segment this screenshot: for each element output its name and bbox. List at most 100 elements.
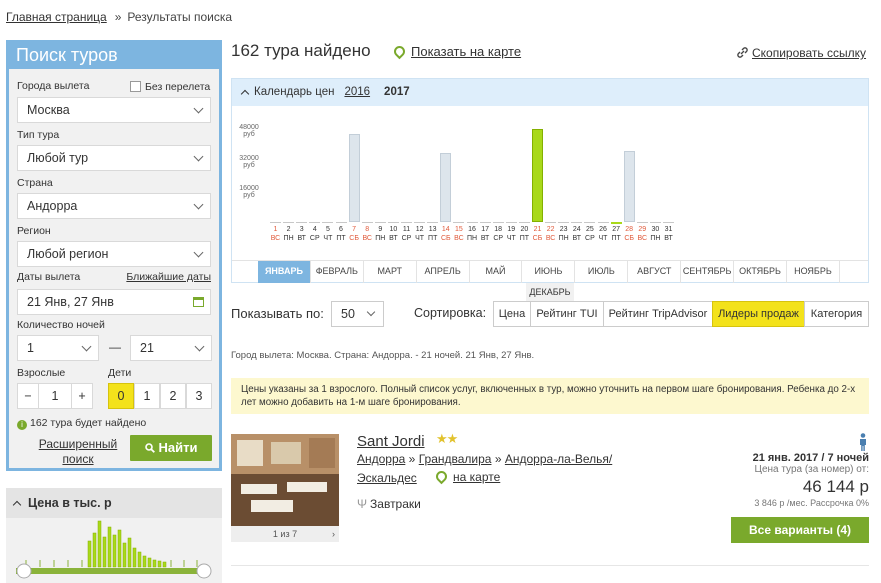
price-bar-day-7[interactable] <box>348 133 360 222</box>
price-bar-day-28[interactable] <box>623 151 635 222</box>
day-label-22[interactable]: 22 ВС <box>544 225 558 243</box>
country-select[interactable]: Андорра <box>17 193 211 219</box>
day-label-4[interactable]: 4 СР <box>308 225 322 243</box>
month-tab-december[interactable]: ДЕКАБРЬ <box>526 283 574 301</box>
year-2016-tab[interactable]: 2016 <box>344 86 370 98</box>
month-tab[interactable]: МАЙ <box>470 261 523 283</box>
empty-day-marker <box>479 222 491 223</box>
day-label-21[interactable]: 21 СБ <box>531 225 545 243</box>
month-tab[interactable]: ИЮНЬ <box>523 261 576 283</box>
children-option-2[interactable]: 2 <box>160 383 186 409</box>
nearest-dates-link[interactable]: Ближайшие даты <box>126 271 211 283</box>
departure-select[interactable]: Москва <box>17 97 211 123</box>
day-label-3[interactable]: 3 ВТ <box>295 225 309 243</box>
day-label-9[interactable]: 9 ПН <box>373 225 387 243</box>
location-country-link[interactable]: Андорра <box>357 452 405 466</box>
all-variants-button[interactable]: Все варианты (4) <box>731 517 869 543</box>
adults-increment-button[interactable]: + <box>71 383 93 409</box>
chevron-down-icon <box>193 151 204 162</box>
collapse-caret-icon[interactable] <box>240 89 250 99</box>
day-label-18[interactable]: 18 СР <box>491 225 505 243</box>
children-option-3[interactable]: 3 <box>186 383 212 409</box>
tour-type-select[interactable]: Любой тур <box>17 145 211 171</box>
day-label-13[interactable]: 13 ПТ <box>426 225 440 243</box>
region-select[interactable]: Любой регион <box>17 241 211 267</box>
copy-link[interactable]: Скопировать ссылку <box>737 46 866 60</box>
sort-price-button[interactable]: Цена <box>493 301 531 327</box>
day-label-19[interactable]: 19 ЧТ <box>504 225 518 243</box>
children-option-0[interactable]: 0 <box>108 383 134 409</box>
price-bar-day-21[interactable] <box>532 129 543 222</box>
day-label-30[interactable]: 30 ПН <box>648 225 662 243</box>
day-label-28[interactable]: 28 СБ <box>622 225 636 243</box>
day-label-8[interactable]: 8 ВС <box>360 225 374 243</box>
day-label-6[interactable]: 6 ПТ <box>334 225 348 243</box>
day-label-16[interactable]: 16 ПН <box>465 225 479 243</box>
day-label-2[interactable]: 2 ПН <box>282 225 296 243</box>
day-label-23[interactable]: 23 ПН <box>557 225 571 243</box>
show-on-map-link[interactable]: Показать на карте <box>391 43 521 60</box>
month-tab[interactable]: ОКТЯБРЬ <box>734 261 787 283</box>
sort-tripadvisor-button[interactable]: Рейтинг TripAdvisor <box>603 301 713 327</box>
location-city-link[interactable]: Андорра-ла-Велья/ <box>505 452 612 466</box>
show-by-select[interactable]: 50 <box>331 301 384 327</box>
month-tab[interactable]: ИЮЛЬ <box>575 261 629 283</box>
day-label-29[interactable]: 29 ВС <box>635 225 649 243</box>
hotel-photo[interactable]: 1 из 7 › <box>231 434 339 542</box>
nights-from-select[interactable]: 1 <box>17 335 99 361</box>
day-label-12[interactable]: 12 ЧТ <box>413 225 427 243</box>
sort-bestsellers-button[interactable]: Лидеры продаж <box>712 301 805 327</box>
fork-icon: Ψ <box>357 497 368 511</box>
no-flight-checkbox[interactable]: Без перелета <box>130 81 210 93</box>
sort-tui-rating-button[interactable]: Рейтинг TUI <box>530 301 604 327</box>
month-tab[interactable]: НОЯБРЬ <box>787 261 840 283</box>
hotel-map-link[interactable]: на карте <box>433 468 500 485</box>
day-label-7[interactable]: 7 СБ <box>347 225 361 243</box>
month-tab[interactable]: СЕНТЯБРЬ <box>681 261 735 283</box>
empty-day-marker <box>309 222 321 223</box>
dates-input[interactable]: 21 Янв, 27 Янв <box>17 289 211 315</box>
adults-value[interactable]: 1 <box>38 383 72 409</box>
next-photo-icon[interactable]: › <box>332 526 335 542</box>
nights-dash: — <box>109 340 121 354</box>
hotel-name-link[interactable]: Sant Jordi <box>357 433 425 450</box>
y-axis-tick-label: 16000 руб <box>239 185 259 200</box>
results-count: 162 тура найдено <box>231 41 371 60</box>
day-label-31[interactable]: 31 ВТ <box>662 225 676 243</box>
day-label-15[interactable]: 15 ВС <box>452 225 466 243</box>
day-label-26[interactable]: 26 ЧТ <box>596 225 610 243</box>
adults-decrement-button[interactable]: − <box>17 383 39 409</box>
year-2017-tab[interactable]: 2017 <box>384 86 410 98</box>
advanced-search-link[interactable]: Расширенный поиск <box>37 437 119 467</box>
month-tab[interactable]: ФЕВРАЛЬ <box>311 261 364 283</box>
day-label-24[interactable]: 24 ВТ <box>570 225 584 243</box>
day-label-20[interactable]: 20 ПТ <box>517 225 531 243</box>
day-label-1[interactable]: 1 ВС <box>269 225 283 243</box>
day-label-25[interactable]: 25 СР <box>583 225 597 243</box>
checkbox-box[interactable] <box>130 81 141 92</box>
link-icon <box>737 47 748 58</box>
day-label-10[interactable]: 10 ВТ <box>386 225 400 243</box>
day-label-11[interactable]: 11 СР <box>400 225 414 243</box>
sort-category-button[interactable]: Категория <box>804 301 869 327</box>
show-by-label: Показывать по: <box>231 306 324 321</box>
nights-to-select[interactable]: 21 <box>130 335 212 361</box>
breadcrumb-home-link[interactable]: Главная страница <box>6 10 107 24</box>
day-label-5[interactable]: 5 ЧТ <box>321 225 335 243</box>
month-tab[interactable]: МАРТ <box>364 261 417 283</box>
location-region-link[interactable]: Грандвалира <box>419 452 492 466</box>
location-district-link[interactable]: Эскальдес <box>357 471 417 485</box>
region-label: Регион <box>17 225 51 237</box>
day-label-27[interactable]: 27 ПТ <box>609 225 623 243</box>
price-bar-day-14[interactable] <box>440 153 452 222</box>
empty-day-marker <box>584 222 596 223</box>
price-filter-header[interactable]: Цена в тыс. р <box>6 488 222 518</box>
find-button[interactable]: Найти <box>130 435 212 461</box>
children-option-1[interactable]: 1 <box>134 383 160 409</box>
country-value: Андорра <box>27 199 78 213</box>
day-label-17[interactable]: 17 ВТ <box>478 225 492 243</box>
month-tab[interactable]: АПРЕЛЬ <box>417 261 470 283</box>
month-tab[interactable]: ЯНВАРЬ <box>258 261 311 283</box>
month-tab[interactable]: АВГУСТ <box>628 261 682 283</box>
day-label-14[interactable]: 14 СБ <box>439 225 453 243</box>
